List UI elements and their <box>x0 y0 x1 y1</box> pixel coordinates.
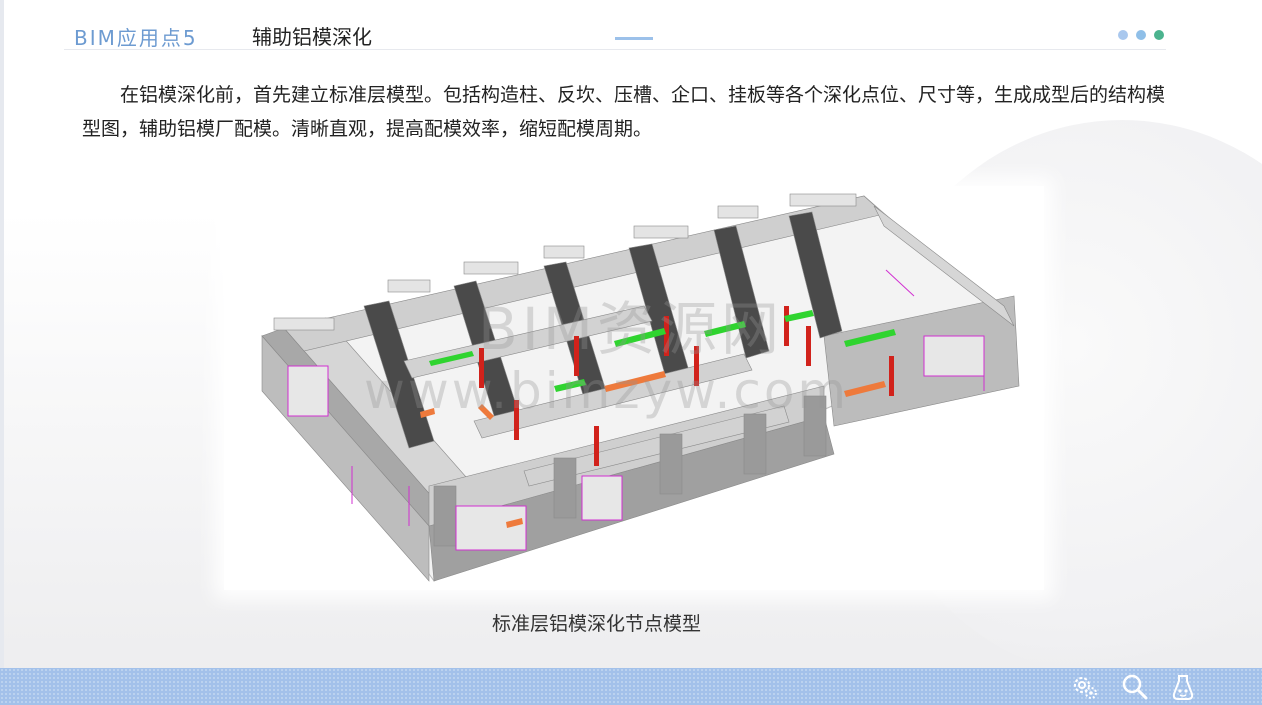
bim-model-figure: BIM资源网 www.bimzyw.com <box>224 186 1044 590</box>
figure-caption: 标准层铝模深化节点模型 <box>492 613 702 635</box>
search-icon[interactable] <box>1120 672 1150 702</box>
settings-gears-icon[interactable] <box>1070 672 1100 702</box>
assistant-icon[interactable] <box>1168 672 1198 702</box>
watermark-url: www.bimzyw.com <box>364 362 850 420</box>
dot-3 <box>1154 30 1164 40</box>
left-edge-bar <box>0 0 4 668</box>
page-title: 辅助铝模深化 <box>252 25 372 49</box>
header-accent-bar <box>615 37 653 40</box>
dot-2 <box>1136 30 1146 40</box>
description-paragraph: 在铝模深化前，首先建立标准层模型。包括构造柱、反坎、压槽、企口、挂板等各个深化点… <box>82 84 1166 140</box>
section-label: BIM应用点5 <box>74 26 198 50</box>
slide: BIM应用点5 辅助铝模深化 在铝模深化前，首先建立标准层模型。包括构造柱、反坎… <box>0 0 1262 705</box>
watermark-text: BIM资源网 <box>478 295 783 363</box>
header-divider <box>64 49 1166 50</box>
dot-1 <box>1118 30 1128 40</box>
header-dots <box>1118 30 1164 40</box>
